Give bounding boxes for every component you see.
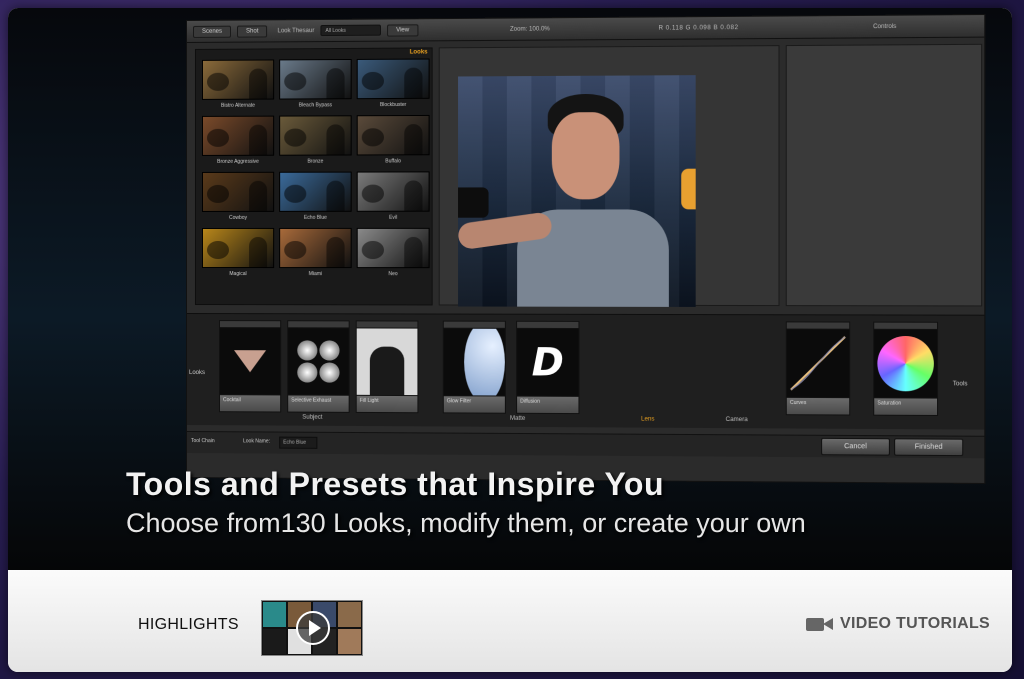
scenes-tab: Scenes [192, 25, 232, 38]
rgb-readout: R 0.118 G 0.098 B 0.082 [658, 24, 739, 32]
tool-tile: Glow Filter [442, 320, 506, 414]
look-name-field: Echo Blue [279, 436, 318, 449]
tool-label: Glow Filter [442, 395, 506, 414]
controls-pane [785, 43, 983, 307]
video-player-frame: Scenes Shot Look Thesaur All Looks View … [8, 8, 1012, 672]
tool-preview [442, 328, 506, 396]
tool-tile: Selective Exhaust [287, 320, 350, 413]
video-camera-icon [806, 616, 833, 632]
tool-tile: Fill Light [355, 320, 419, 414]
finished-button: Finished [894, 438, 964, 457]
tool-tile: D Diffusion [516, 320, 580, 415]
look-label: Bleach Bypass [298, 102, 333, 109]
look-thumbnail: Buffalo [356, 114, 430, 168]
look-preview [356, 171, 430, 212]
look-preview [279, 58, 352, 100]
look-label: Echo Blue [303, 214, 327, 221]
look-thumbnail: Bronze [279, 115, 352, 167]
look-thumbnail: Bronze Aggressive [201, 115, 275, 168]
view-button: View [386, 23, 419, 37]
look-thumbnail: Miami [279, 227, 352, 280]
tool-preview [785, 329, 851, 398]
highlights-video-thumbnail[interactable] [261, 600, 363, 656]
look-preview [201, 115, 275, 156]
look-label: Cowboy [228, 214, 248, 221]
looks-header: Looks [409, 49, 428, 56]
looks-select: All Looks [320, 24, 381, 37]
tool-label: Cocktail [218, 394, 282, 413]
tool-tile: Curves [785, 321, 851, 416]
looks-grid: Bistro Alternate Bleach Bypass Blockbuster… [201, 58, 430, 280]
tools-side-label: Tools [952, 381, 968, 388]
look-preview [356, 227, 430, 269]
look-preview [279, 115, 352, 156]
look-preview [356, 114, 430, 156]
look-preview [201, 171, 275, 212]
play-icon[interactable] [296, 611, 330, 645]
tool-label: Selective Exhaust [287, 394, 350, 413]
app-footer: Tool Chain Look Name: Echo Blue Cancel F… [186, 431, 985, 459]
tool-label: Diffusion [516, 395, 580, 415]
cancel-button: Cancel [821, 437, 890, 456]
tool-label: Fill Light [355, 394, 419, 414]
look-thumbnail: Blockbuster [356, 58, 430, 111]
look-thumbnail: Echo Blue [279, 171, 352, 224]
look-thesaurus-label: Look Thesaur [277, 27, 315, 34]
tool-tile: Cocktail [218, 320, 282, 413]
look-preview [201, 59, 275, 100]
tool-label: Saturation [873, 397, 939, 417]
app-toolbar: Scenes Shot Look Thesaur All Looks View … [186, 15, 985, 43]
look-label: Miami [308, 271, 323, 278]
look-label: Blockbuster [379, 101, 407, 109]
tool-preview: D [516, 328, 580, 396]
preview-image [458, 75, 696, 307]
tool-label: Curves [785, 396, 851, 416]
video-subline: Choose from130 Looks, modify them, or cr… [126, 508, 806, 538]
controls-header: Controls [873, 23, 897, 30]
look-preview [279, 227, 352, 269]
tool-preview [218, 328, 282, 395]
matte-group-label: Matte [509, 415, 526, 422]
app-window-screenshot: Scenes Shot Look Thesaur All Looks View … [186, 14, 986, 484]
look-label: Neo [388, 271, 398, 278]
video-screen[interactable]: Scenes Shot Look Thesaur All Looks View … [8, 8, 1012, 570]
look-preview [201, 227, 275, 269]
image-viewer [438, 45, 780, 307]
looks-browser: Looks Bistro Alternate Bleach Bypass Block… [194, 47, 433, 306]
tool-preview [355, 328, 419, 396]
look-label: Buffalo [385, 158, 401, 165]
look-thumbnail: Cowboy [201, 171, 275, 224]
look-preview [356, 58, 430, 100]
look-label: Magical [229, 271, 247, 278]
tool-preview [287, 328, 350, 395]
highlights-bar: HIGHLIGHTS VIDEO TUTORIALS [8, 570, 1012, 672]
video-tutorials-label: VIDEO TUTORIALS [840, 615, 990, 632]
look-thumbnail: Evil [356, 171, 430, 223]
look-name-label: Look Name: [243, 438, 271, 445]
tools-strip: Looks Cocktail Selective Exhaust Fill Ligh… [186, 313, 985, 430]
tool-preview [873, 329, 939, 398]
look-thumbnail: Neo [356, 227, 430, 280]
zoom-readout: Zoom: 100.0% [509, 25, 550, 33]
look-preview [279, 171, 352, 212]
subject-group-label: Subject [302, 414, 323, 421]
highlights-label: HIGHLIGHTS [138, 616, 239, 633]
look-label: Bronze Aggressive [217, 158, 259, 165]
look-thumbnail: Bistro Alternate [201, 59, 275, 111]
video-headline: Tools and Presets that Inspire You [126, 466, 664, 502]
look-label: Bistro Alternate [221, 102, 256, 109]
look-thumbnail: Bleach Bypass [279, 58, 352, 112]
look-label: Evil [389, 214, 398, 221]
look-label: Bronze [307, 158, 324, 165]
look-thumbnail: Magical [201, 227, 275, 280]
lens-group-label: Lens [641, 416, 655, 423]
shot-tab: Shot [237, 24, 268, 38]
video-tutorials-link[interactable]: VIDEO TUTORIALS [806, 615, 990, 633]
camera-group-label: Camera [725, 416, 748, 424]
looks-side-label: Looks [188, 370, 206, 377]
tool-chain-label: Tool Chain [190, 438, 215, 445]
tool-tile: Saturation [873, 321, 939, 417]
